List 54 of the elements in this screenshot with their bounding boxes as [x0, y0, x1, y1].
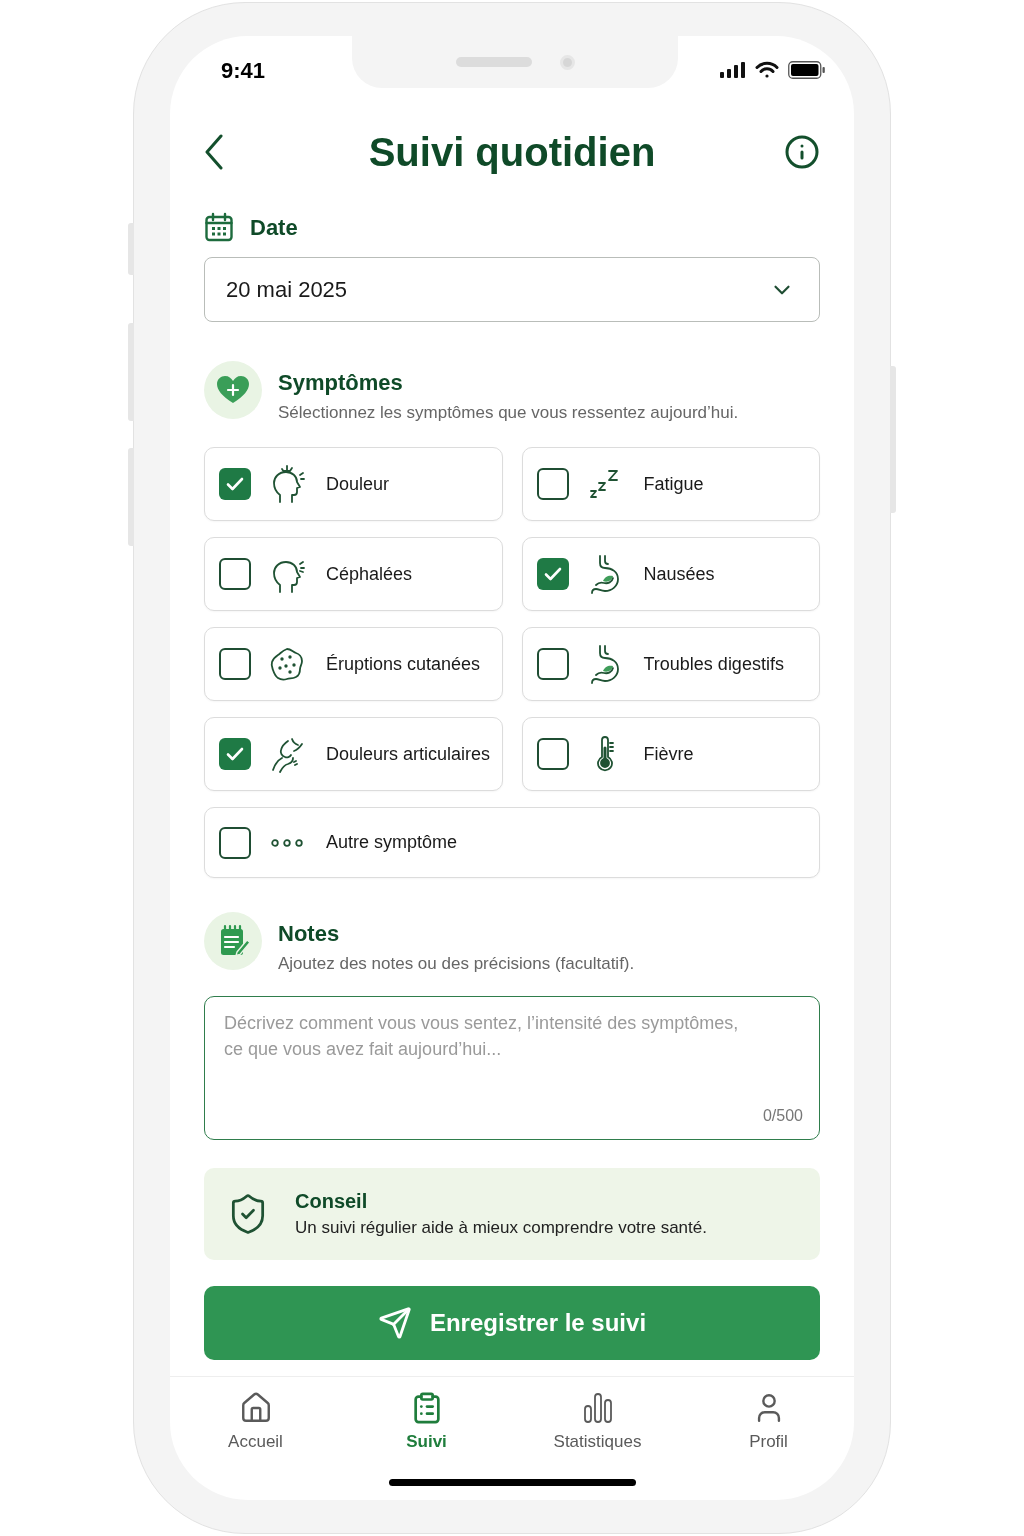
checkbox[interactable] — [536, 558, 569, 590]
send-icon — [377, 1306, 412, 1340]
checkbox[interactable] — [219, 826, 251, 859]
symptom-card[interactable]: Autre symptôme — [204, 807, 820, 878]
section-title: Symptômes — [278, 369, 404, 397]
checkbox[interactable] — [219, 468, 251, 500]
checkbox[interactable] — [536, 738, 569, 770]
checkbox[interactable] — [536, 468, 569, 500]
three-dots-icon — [271, 838, 303, 847]
symptom-label: Fièvre — [643, 742, 694, 766]
section-title: Notes — [278, 920, 341, 948]
checkbox[interactable] — [219, 558, 251, 590]
status-time: 9:41 — [221, 56, 266, 85]
symptom-label: Troubles digestifs — [643, 652, 784, 676]
wifi-icon — [755, 61, 779, 79]
symptom-card[interactable]: Éruptions cutanées — [204, 627, 503, 701]
camera-lens — [559, 54, 575, 70]
checkbox[interactable] — [536, 648, 569, 680]
symptom-label: Céphalées — [326, 562, 413, 586]
chevron-left-icon — [204, 134, 224, 170]
symptom-label: Éruptions cutanées — [326, 652, 481, 676]
battery-icon — [788, 61, 825, 79]
signal-icon — [720, 62, 746, 78]
symptom-card[interactable]: Céphalées — [204, 537, 503, 611]
character-counter: 0/500 — [762, 1106, 803, 1126]
nav-tab[interactable]: Accueil — [170, 1391, 341, 1454]
tip-title: Conseil — [295, 1189, 369, 1214]
date-label: Date — [250, 213, 298, 242]
symptom-label: Autre symptôme — [326, 831, 458, 854]
symptom-card[interactable]: Fièvre — [521, 717, 820, 791]
page-title: Suivi quotidien — [368, 129, 656, 176]
tip-text: Un suivi régulier aide à mieux comprendre votre santé. — [295, 1217, 707, 1239]
info-icon — [784, 134, 820, 170]
symptom-label: Douleurs articulaires — [326, 742, 491, 766]
nav-tab[interactable]: Statistiques — [512, 1391, 683, 1454]
nav-tab[interactable]: Profil — [683, 1391, 854, 1454]
section-subtitle: Ajoutez des notes ou des précisions (facultatif). — [278, 953, 635, 975]
symptom-card[interactable]: Douleur — [204, 447, 503, 521]
checkbox[interactable] — [219, 738, 251, 770]
symptom-card[interactable]: Troubles digestifs — [521, 627, 820, 701]
section-subtitle: Sélectionnez les symptômes que vous ressentez aujourd’hui. — [278, 402, 739, 424]
date-select[interactable]: 20 mai 2025 — [204, 257, 820, 322]
symptom-label: Douleur — [326, 472, 390, 496]
symptom-label: Fatigue — [643, 472, 704, 496]
checkbox[interactable] — [219, 648, 251, 680]
nav-tab[interactable]: Suivi — [341, 1391, 512, 1454]
symptom-card[interactable]: Nausées — [521, 537, 820, 611]
symptom-card[interactable]: Douleurs articulaires — [204, 717, 503, 791]
symptom-label: Nausées — [643, 562, 715, 586]
save-button[interactable]: Enregistrer le suivi — [204, 1286, 820, 1360]
calendar-icon — [204, 212, 234, 242]
heart-plus-icon — [204, 361, 262, 419]
symptom-card[interactable]: Fatigue — [521, 447, 820, 521]
notepad-pencil-icon — [204, 912, 262, 970]
